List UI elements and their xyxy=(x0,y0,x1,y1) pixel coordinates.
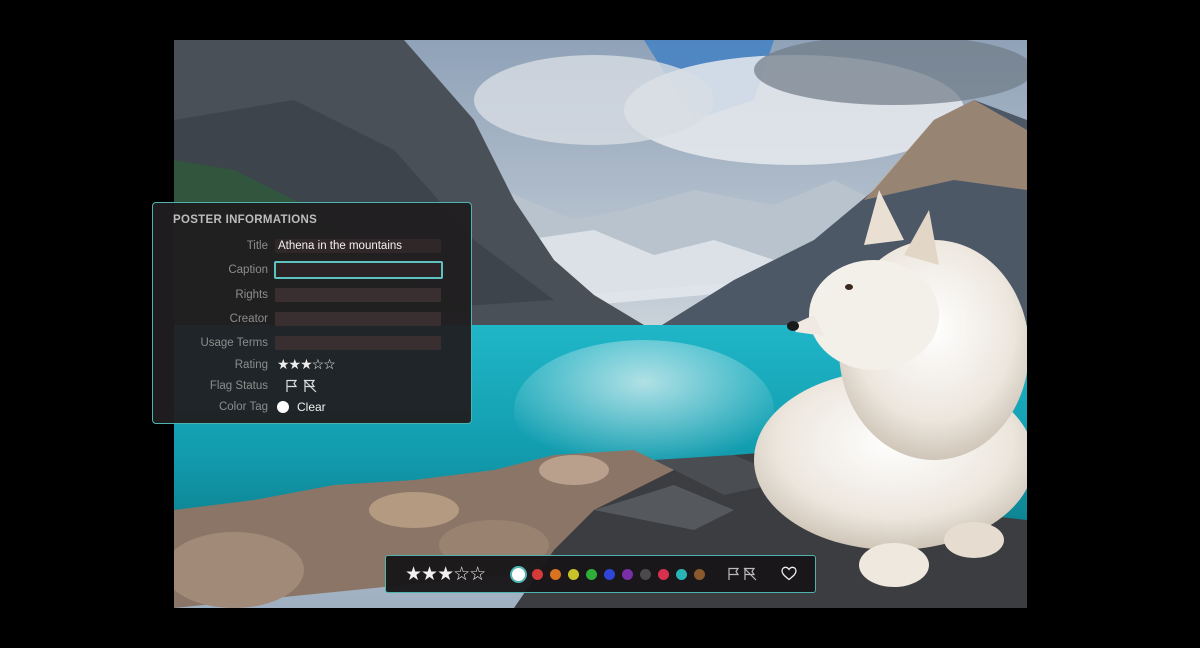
flag-icon[interactable] xyxy=(286,379,298,393)
color-swatch-5[interactable] xyxy=(604,569,615,580)
field-row-caption: Caption xyxy=(153,261,473,280)
caption-label: Caption xyxy=(228,264,268,276)
usage-terms-field[interactable] xyxy=(275,336,441,350)
creator-field[interactable] xyxy=(275,312,441,326)
toolbar-reject-flag-icon[interactable] xyxy=(743,567,757,581)
color-swatch-6[interactable] xyxy=(622,569,633,580)
field-row-flag-status: Flag Status xyxy=(153,378,473,396)
heart-icon[interactable] xyxy=(781,566,797,586)
color-swatch-10[interactable] xyxy=(694,569,705,580)
caption-field[interactable] xyxy=(274,261,443,279)
rating-label: Rating xyxy=(234,359,268,371)
color-swatch-2[interactable] xyxy=(550,569,561,580)
field-row-usage-terms: Usage Terms xyxy=(153,335,473,353)
bottom-toolbar: ★★★☆☆ xyxy=(385,555,816,593)
flag-buttons xyxy=(285,379,321,398)
title-label: Title xyxy=(246,240,268,252)
color-swatch-1[interactable] xyxy=(532,569,543,580)
rights-label: Rights xyxy=(235,289,268,301)
color-swatch-7[interactable] xyxy=(640,569,651,580)
color-swatches xyxy=(512,568,705,581)
toolbar-rating-stars[interactable]: ★★★☆☆ xyxy=(405,563,486,586)
color-swatch-0[interactable] xyxy=(512,568,525,581)
toolbar-flags xyxy=(727,567,759,581)
color-tag-swatch xyxy=(277,401,289,413)
usage-terms-label: Usage Terms xyxy=(200,337,268,349)
field-row-title: Title Athena in the mountains xyxy=(153,238,473,256)
field-row-rights: Rights xyxy=(153,287,473,305)
creator-label: Creator xyxy=(229,313,268,325)
color-tag-label: Color Tag xyxy=(218,401,268,413)
color-swatch-8[interactable] xyxy=(658,569,669,580)
reject-flag-icon[interactable] xyxy=(303,379,317,393)
flag-status-label: Flag Status xyxy=(209,380,268,392)
panel-title: POSTER INFORMATIONS xyxy=(173,214,318,226)
color-swatch-3[interactable] xyxy=(568,569,579,580)
field-row-creator: Creator xyxy=(153,311,473,329)
field-row-color-tag: Color Tag Clear xyxy=(153,399,473,417)
color-tag-selector[interactable]: Clear xyxy=(277,400,326,414)
color-tag-value: Clear xyxy=(297,400,326,414)
rating-stars[interactable]: ★★★☆☆ xyxy=(277,356,336,373)
title-field[interactable]: Athena in the mountains xyxy=(275,239,441,253)
rights-field[interactable] xyxy=(275,288,441,302)
field-row-rating: Rating ★★★☆☆ xyxy=(153,356,473,375)
poster-info-panel: POSTER INFORMATIONS Title Athena in the … xyxy=(152,202,472,424)
toolbar-flag-icon[interactable] xyxy=(728,567,740,581)
color-swatch-4[interactable] xyxy=(586,569,597,580)
color-swatch-9[interactable] xyxy=(676,569,687,580)
